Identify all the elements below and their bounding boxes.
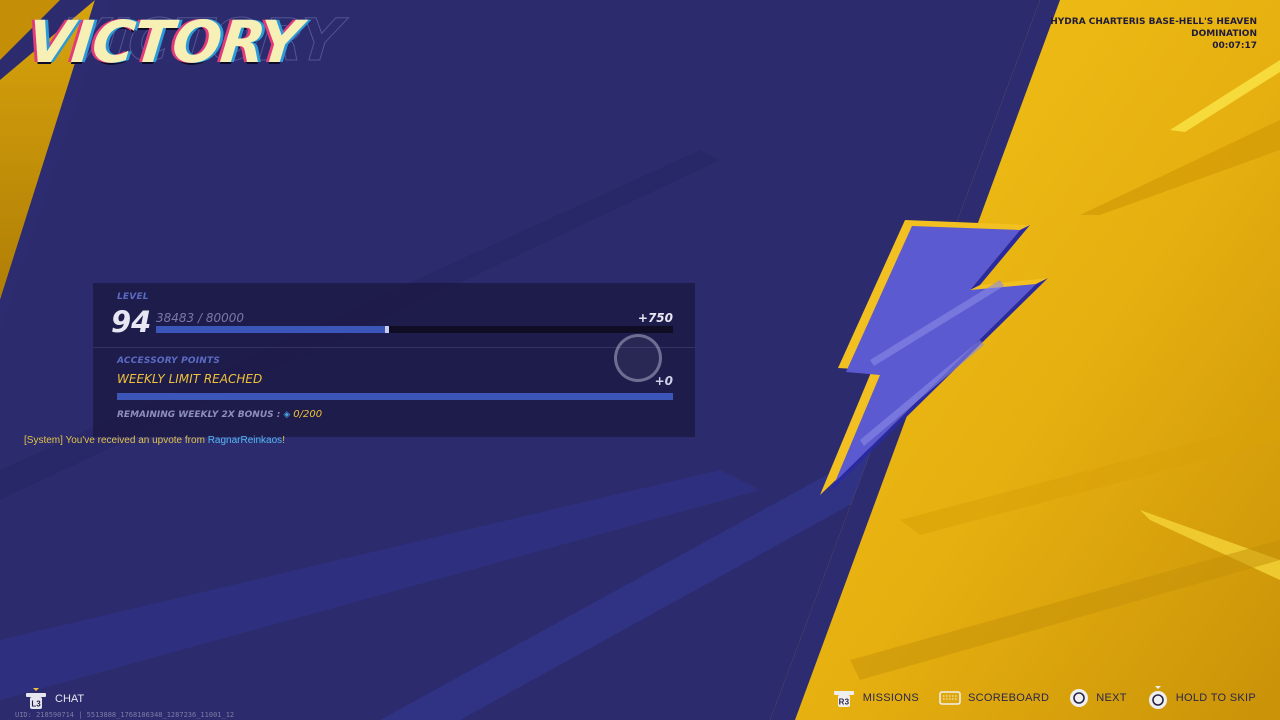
system-message-text: [System] You've received an upvote from [24, 435, 205, 446]
l3-button-icon: L3 [26, 688, 46, 709]
controls-bar: R3 MISSIONS SCOREBOARD NEXT HOLD TO SKIP [832, 686, 1256, 710]
level-label: LEVEL [117, 292, 149, 302]
chat-label: CHAT [55, 693, 85, 705]
r3-button-icon: R3 [833, 691, 854, 707]
svg-text:R3: R3 [838, 698, 849, 707]
xp-text: 38483 / 80000 [156, 311, 245, 325]
uid-text: UID: 218590714 | 5513888_1768106348_1287… [15, 711, 235, 719]
weekly-bonus-label: REMAINING WEEKLY 2X BONUS : [117, 410, 281, 420]
next-label: NEXT [1096, 692, 1127, 704]
match-duration: 00:07:17 [1212, 41, 1257, 51]
touchpad-icon [939, 691, 961, 705]
game-mode: DOMINATION [1191, 29, 1257, 39]
weekly-bonus-value: 0/200 [293, 409, 323, 420]
system-message: [System] You've received an upvote from … [24, 435, 285, 446]
match-info: HYDRA CHARTERIS BASE-HELL'S HEAVEN DOMIN… [1050, 16, 1257, 52]
xp-progress-bar [156, 326, 673, 333]
upvote-player-name[interactable]: RagnarReinkaos [208, 435, 283, 446]
panel-divider [93, 347, 695, 348]
accessory-progress-fill [117, 393, 673, 400]
xp-progress-fill [156, 326, 387, 333]
chat-button[interactable]: L3 CHAT [24, 688, 84, 710]
hold-to-skip-button[interactable]: HOLD TO SKIP [1147, 686, 1256, 710]
circle-button-icon [1070, 689, 1089, 707]
hold-circle-button-icon [1148, 686, 1167, 709]
xp-progress-marker [384, 326, 389, 333]
weekly-bonus: REMAINING WEEKLY 2X BONUS : ◈ 0/200 [117, 409, 322, 420]
accessory-progress-bar [117, 393, 673, 400]
loading-spinner-icon [614, 334, 662, 382]
missions-button[interactable]: R3 MISSIONS [832, 687, 919, 709]
system-message-suffix: ! [282, 435, 285, 446]
weekly-limit-status: WEEKLY LIMIT REACHED [117, 372, 263, 386]
map-name: HYDRA CHARTERIS BASE-HELL'S HEAVEN [1050, 17, 1257, 27]
level-number: 94 [111, 305, 152, 339]
hold-to-skip-label: HOLD TO SKIP [1175, 692, 1256, 704]
xp-gain: +750 [637, 311, 673, 325]
scoreboard-label: SCOREBOARD [967, 692, 1050, 704]
victory-title: VICTORY [24, 8, 304, 76]
missions-label: MISSIONS [862, 692, 919, 704]
accessory-points-label: ACCESSORY POINTS [117, 356, 221, 366]
progress-panel: LEVEL 94 38483 / 80000 +750 ACCESSORY PO… [93, 283, 695, 437]
svg-text:L3: L3 [31, 700, 41, 709]
accessory-gain: +0 [654, 374, 673, 388]
scoreboard-button[interactable]: SCOREBOARD [939, 690, 1049, 706]
next-button[interactable]: NEXT [1069, 688, 1127, 708]
bonus-drop-icon: ◈ [283, 410, 291, 420]
